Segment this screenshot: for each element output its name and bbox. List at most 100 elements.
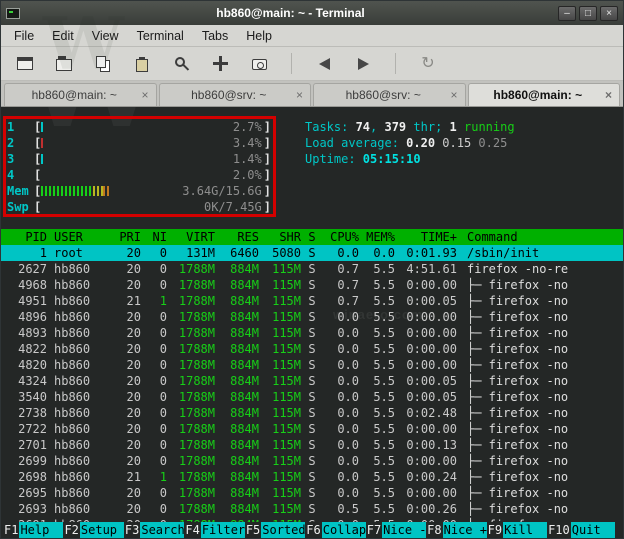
meter-value: 3.64G/15.6G bbox=[182, 184, 262, 198]
column-header-time[interactable]: TIME+ bbox=[395, 229, 457, 245]
cell-time: 0:00.05 bbox=[406, 390, 457, 404]
process-row-4893[interactable]: 4893 hb860 20 0 1788M 884M 115M S 0.0 5.5 0:00.00 ├… bbox=[1, 325, 623, 341]
new-tab-icon bbox=[56, 56, 72, 71]
column-header-virt[interactable]: VIRT bbox=[167, 229, 215, 245]
close-button[interactable]: × bbox=[600, 5, 618, 21]
titlebar[interactable]: hb860@main: ~ - Terminal – □ × bbox=[1, 1, 623, 25]
forward-button[interactable] bbox=[347, 50, 379, 77]
column-header-pid[interactable]: PID bbox=[7, 229, 47, 245]
process-row-4822[interactable]: 4822 hb860 20 0 1788M 884M 115M S 0.0 5.5 0:00.00 ├… bbox=[1, 341, 623, 357]
fkey-collap[interactable]: F6 Collap bbox=[305, 522, 366, 538]
back-button[interactable] bbox=[308, 50, 340, 77]
cell-res: 884M bbox=[230, 406, 259, 420]
fkey-nice[interactable]: F8 Nice + bbox=[426, 522, 487, 538]
cell-res: 884M bbox=[230, 294, 259, 308]
htop-stats: Tasks: 74, 379 thr; 1 running Load avera… bbox=[305, 119, 515, 215]
column-header-cpu[interactable]: CPU% bbox=[323, 229, 359, 245]
close-tab-icon[interactable]: × bbox=[141, 89, 148, 101]
close-tab-icon[interactable]: × bbox=[605, 89, 612, 101]
menu-tabs[interactable]: Tabs bbox=[193, 26, 237, 46]
cell-mem: 5.5 bbox=[373, 486, 395, 500]
tab-1[interactable]: hb860@main: ~ × bbox=[4, 83, 157, 106]
maximize-button[interactable]: □ bbox=[579, 5, 597, 21]
cell-shr: 115M bbox=[272, 390, 301, 404]
column-header-ni[interactable]: NI bbox=[141, 229, 167, 245]
cell-pid: 2738 bbox=[18, 406, 47, 420]
meter-bracket: [ bbox=[34, 184, 42, 198]
process-row-2701[interactable]: 2701 hb860 20 0 1788M 884M 115M S 0.0 5.5 0:00.13 ├… bbox=[1, 437, 623, 453]
fullscreen-button[interactable] bbox=[204, 50, 236, 77]
process-row-2695[interactable]: 2695 hb860 20 0 1788M 884M 115M S 0.0 5.5 0:00.00 ├… bbox=[1, 485, 623, 501]
fkey-label: Nice + bbox=[442, 522, 487, 538]
tab-3[interactable]: hb860@srv: ~ × bbox=[313, 83, 466, 106]
cell-ni: 1 bbox=[159, 470, 167, 484]
reload-button[interactable]: ↻ bbox=[412, 50, 444, 77]
column-header-pri[interactable]: PRI bbox=[111, 229, 141, 245]
column-header-res[interactable]: RES bbox=[215, 229, 259, 245]
paste-button[interactable] bbox=[126, 50, 158, 77]
cell-cmd: ├─ firefox -no bbox=[467, 374, 569, 388]
process-row-2722[interactable]: 2722 hb860 20 0 1788M 884M 115M S 0.0 5.5 0:00.00 ├… bbox=[1, 421, 623, 437]
fkey-filter[interactable]: F4 Filter bbox=[184, 522, 245, 538]
copy-button[interactable] bbox=[87, 50, 119, 77]
menu-terminal[interactable]: Terminal bbox=[128, 26, 193, 46]
cell-ni: 0 bbox=[159, 246, 167, 260]
process-row-4951[interactable]: 4951 hb860 21 1 1788M 884M 115M S 0.7 5.5 0:00.05 ├… bbox=[1, 293, 623, 309]
cell-shr: 115M bbox=[272, 406, 301, 420]
screenshot-button[interactable] bbox=[243, 50, 275, 77]
cell-pri: 20 bbox=[126, 422, 141, 436]
new-tab-button[interactable] bbox=[48, 50, 80, 77]
cell-ni: 0 bbox=[159, 310, 167, 324]
column-header-user[interactable]: USER bbox=[47, 229, 111, 245]
terminal-screen[interactable]: W winaero.com 1[2.7%]2[3.4%]3[1.4%]4[2.0… bbox=[1, 107, 623, 538]
process-row-4820[interactable]: 4820 hb860 20 0 1788M 884M 115M S 0.0 5.5 0:00.00 ├… bbox=[1, 357, 623, 373]
cell-cpu: 0.0 bbox=[337, 342, 359, 356]
process-row-2699[interactable]: 2699 hb860 20 0 1788M 884M 115M S 0.0 5.5 0:00.00 ├… bbox=[1, 453, 623, 469]
uptime-value: 05:15:10 bbox=[362, 152, 421, 166]
process-row-4896[interactable]: 4896 hb860 20 0 1788M 884M 115M S 0.0 5.5 0:00.00 ├… bbox=[1, 309, 623, 325]
cell-shr: 115M bbox=[272, 262, 301, 276]
fkey-search[interactable]: F3 Search bbox=[124, 522, 185, 538]
fkey-kill[interactable]: F9 Kill bbox=[487, 522, 548, 538]
cell-time: 0:00.00 bbox=[406, 358, 457, 372]
close-tab-icon[interactable]: × bbox=[296, 89, 303, 101]
process-row-2627[interactable]: 2627 hb860 20 0 1788M 884M 115M S 0.7 5.5 4:51.61 f… bbox=[1, 261, 623, 277]
process-row-4324[interactable]: 4324 hb860 20 0 1788M 884M 115M S 0.0 5.5 0:00.05 ├… bbox=[1, 373, 623, 389]
cell-pri: 20 bbox=[126, 342, 141, 356]
menu-file[interactable]: File bbox=[5, 26, 43, 46]
process-row-2738[interactable]: 2738 hb860 20 0 1788M 884M 115M S 0.0 5.5 0:02.48 ├… bbox=[1, 405, 623, 421]
new-window-button[interactable] bbox=[9, 50, 41, 77]
process-row-2698[interactable]: 2698 hb860 21 1 1788M 884M 115M S 0.0 5.5 0:00.24 ├… bbox=[1, 469, 623, 485]
meter-label: 3 bbox=[7, 152, 15, 166]
cell-s: S bbox=[308, 486, 316, 500]
fkey-quit[interactable]: F10 Quit bbox=[547, 522, 615, 538]
menu-edit[interactable]: Edit bbox=[43, 26, 83, 46]
process-row-1[interactable]: 1 root 20 0 131M 6460 5080 S 0.0 0.0 0:01.93/sbin/… bbox=[1, 245, 623, 261]
process-row-4968[interactable]: 4968 hb860 20 0 1788M 884M 115M S 0.7 5.5 0:00.00 ├… bbox=[1, 277, 623, 293]
cell-pid: 3540 bbox=[18, 390, 47, 404]
close-tab-icon[interactable]: × bbox=[450, 89, 457, 101]
paste-icon bbox=[136, 56, 148, 72]
search-button[interactable] bbox=[165, 50, 197, 77]
minimize-button[interactable]: – bbox=[558, 5, 576, 21]
process-row-3540[interactable]: 3540 hb860 20 0 1788M 884M 115M S 0.0 5.5 0:00.05 ├… bbox=[1, 389, 623, 405]
menu-view[interactable]: View bbox=[83, 26, 128, 46]
cell-s: S bbox=[308, 470, 316, 484]
cell-pri: 20 bbox=[126, 486, 141, 500]
column-header-shr[interactable]: SHR bbox=[259, 229, 301, 245]
fkey-nice[interactable]: F7 Nice - bbox=[366, 522, 427, 538]
column-header-s[interactable]: S bbox=[301, 229, 323, 245]
column-header-mem[interactable]: MEM% bbox=[359, 229, 395, 245]
tab-4[interactable]: hb860@main: ~ × bbox=[467, 83, 620, 106]
fkey-help[interactable]: F1 Help bbox=[3, 522, 64, 538]
cell-time: 0:01.93 bbox=[406, 246, 457, 260]
menu-help[interactable]: Help bbox=[237, 26, 281, 46]
meter-bar: 0K/7.45G bbox=[41, 199, 264, 215]
process-row-2693[interactable]: 2693 hb860 20 0 1788M 884M 115M S 0.5 5.5 0:00.26 ├… bbox=[1, 501, 623, 517]
cell-virt: 1788M bbox=[178, 406, 215, 420]
running-label: running bbox=[456, 120, 515, 134]
column-header-cmd[interactable]: Command bbox=[457, 229, 623, 245]
fkey-sorted[interactable]: F5 Sorted bbox=[245, 522, 306, 538]
tab-2[interactable]: hb860@srv: ~ × bbox=[158, 83, 311, 106]
fkey-setup[interactable]: F2 Setup bbox=[63, 522, 124, 538]
